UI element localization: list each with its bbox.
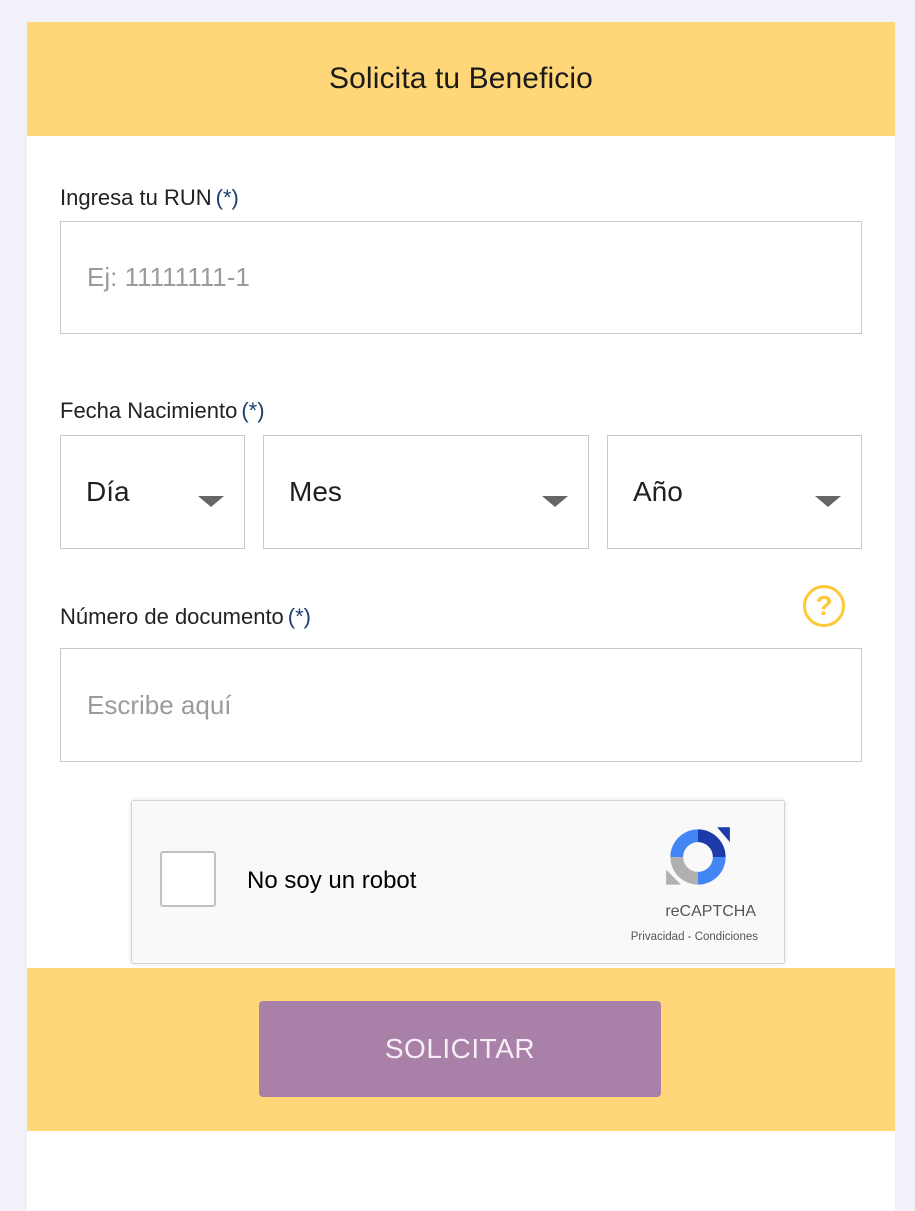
birthdate-label: Fecha Nacimiento (*) [60, 398, 265, 424]
required-mark: (*) [241, 398, 265, 423]
run-label: Ingresa tu RUN (*) [60, 185, 239, 211]
recaptcha-links: Privacidad - Condiciones [631, 931, 758, 943]
year-select[interactable]: Año [607, 435, 862, 549]
document-number-input[interactable] [60, 648, 862, 762]
recaptcha-logo-icon [666, 827, 730, 885]
recaptcha-label: No soy un robot [247, 867, 417, 894]
link-separator: - [684, 931, 695, 943]
day-select[interactable]: Día [60, 435, 245, 549]
document-label: Número de documento (*) [60, 604, 311, 630]
birthdate-label-text: Fecha Nacimiento [60, 398, 238, 423]
chevron-down-icon [815, 496, 841, 507]
question-mark: ? [815, 590, 833, 621]
form-footer: SOLICITAR [27, 968, 895, 1131]
benefit-form-card: Solicita tu Beneficio Ingresa tu RUN (*) … [27, 22, 895, 1211]
day-select-value: Día [86, 476, 130, 507]
chevron-down-icon [198, 496, 224, 507]
recaptcha-checkbox[interactable] [160, 851, 216, 907]
terms-link[interactable]: Condiciones [695, 931, 758, 943]
run-input[interactable] [60, 221, 862, 334]
required-mark: (*) [215, 185, 239, 210]
form-header: Solicita tu Beneficio [27, 22, 895, 136]
privacy-link[interactable]: Privacidad [631, 931, 685, 943]
document-label-text: Número de documento [60, 604, 284, 629]
month-select[interactable]: Mes [263, 435, 589, 549]
month-select-value: Mes [289, 476, 342, 507]
recaptcha-widget: No soy un robot reCAPTCHA Privacidad - C… [131, 800, 785, 964]
chevron-down-icon [542, 496, 568, 507]
help-icon[interactable]: ? [803, 585, 845, 627]
year-select-value: Año [633, 476, 683, 507]
recaptcha-brand: reCAPTCHA [665, 903, 756, 920]
run-label-text: Ingresa tu RUN [60, 185, 212, 210]
submit-button[interactable]: SOLICITAR [259, 1001, 661, 1097]
required-mark: (*) [287, 604, 312, 629]
form-title: Solicita tu Beneficio [329, 62, 593, 95]
